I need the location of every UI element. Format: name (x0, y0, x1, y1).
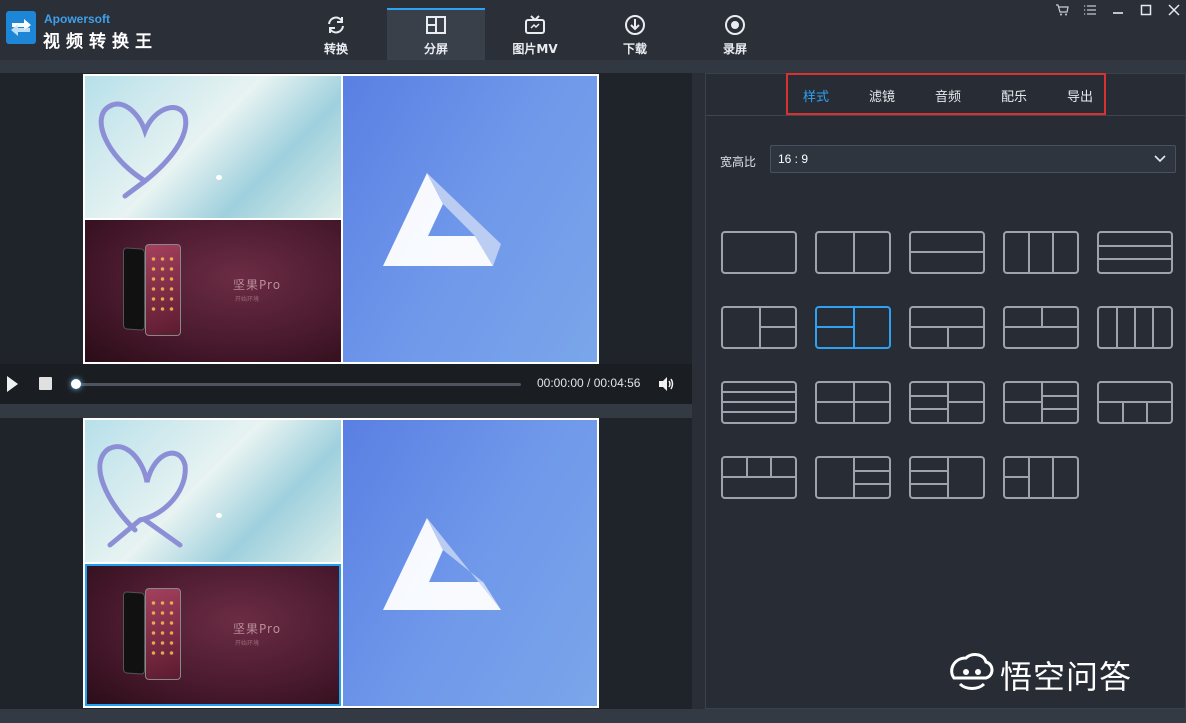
settings-panel: 样式 滤镜 音频 配乐 导出 宽高比 16 : 9 (705, 73, 1186, 709)
layout-option-3[interactable] (909, 231, 985, 274)
heart-drawing (97, 444, 188, 548)
app-window: Apowersoft 视频转换王 转换 分屏 图片MV 下载 录屏 坚果Pro … (0, 0, 1186, 723)
layout-option-1[interactable] (721, 231, 797, 274)
layout-option-12[interactable] (815, 381, 891, 424)
phone-image (123, 247, 145, 331)
cart-icon[interactable] (1051, 4, 1073, 20)
promo-subtitle: 开始环境 (235, 296, 260, 303)
status-strip (0, 709, 1186, 723)
layout-option-19[interactable] (1003, 456, 1079, 499)
seek-bar[interactable] (75, 383, 521, 386)
refresh-icon (328, 16, 344, 34)
watermark: 悟空问答 (944, 648, 1176, 696)
preview-frame: 坚果Pro 开始环境 (83, 74, 599, 364)
nav-tab-split-screen[interactable]: 分屏 (387, 8, 485, 60)
nav-tab-label: 转换 (323, 42, 348, 56)
play-button[interactable] (7, 376, 18, 392)
layout-option-9[interactable] (1003, 306, 1079, 349)
editor-frame: 坚果Pro 开始环境 (83, 418, 599, 708)
layout-option-5[interactable] (1097, 231, 1173, 274)
triangle-logo-icon (383, 518, 501, 610)
layout-option-7[interactable] (815, 306, 891, 349)
layout-option-15[interactable] (1097, 381, 1173, 424)
editor-cell-watercolor[interactable] (85, 420, 341, 562)
watermark-text: 悟空问答 (1000, 658, 1133, 696)
decorative-dot (216, 513, 222, 518)
editor-cell-phone-promo[interactable]: 坚果Pro 开始环境 (85, 564, 341, 706)
nav-tab-photo-mv[interactable]: 图片MV (486, 8, 584, 60)
decorative-dot (216, 175, 222, 180)
editor-cell-logo[interactable] (343, 420, 597, 706)
menu-icon[interactable] (1079, 4, 1101, 20)
seek-handle[interactable] (71, 379, 81, 389)
split-cell-logo[interactable] (343, 76, 597, 362)
maximize-icon[interactable] (1135, 4, 1157, 20)
top-bar: Apowersoft 视频转换王 转换 分屏 图片MV 下载 录屏 (0, 0, 1186, 60)
app-logo-icon (6, 11, 36, 44)
tab-style[interactable]: 样式 (803, 86, 829, 105)
layout-option-16[interactable] (721, 456, 797, 499)
nav-tab-label: 下载 (622, 42, 647, 56)
chevron-down-icon (1154, 155, 1166, 163)
layout-option-10[interactable] (1097, 306, 1173, 349)
wukong-logo-icon (950, 653, 994, 690)
player-controls: 00:00:00 / 00:04:56 (0, 364, 692, 404)
nav-tab-label: 录屏 (722, 42, 747, 56)
nav-tab-label: 分屏 (423, 42, 448, 56)
record-icon (725, 15, 745, 35)
stop-button[interactable] (39, 377, 52, 390)
panel-divider (0, 404, 692, 418)
promo-title: 坚果Pro (233, 278, 282, 292)
layout-option-14[interactable] (1003, 381, 1079, 424)
brand-name-cn: 视频转换王 (43, 32, 158, 52)
heart-drawing (98, 101, 189, 199)
triangle-logo-icon (383, 173, 501, 266)
aspect-ratio-label: 宽高比 (720, 155, 757, 169)
layout-option-4[interactable] (1003, 231, 1079, 274)
nav-tab-download[interactable]: 下载 (586, 8, 684, 60)
layout-option-6[interactable] (721, 306, 797, 349)
aspect-ratio-value: 16 : 9 (778, 152, 809, 166)
app-icons-image (149, 254, 177, 314)
app-icons-image (149, 598, 177, 658)
panel-tabs: 样式 滤镜 音频 配乐 导出 (706, 73, 1185, 116)
close-icon[interactable] (1163, 4, 1185, 20)
split-cell-phone-promo[interactable]: 坚果Pro 开始环境 (85, 220, 341, 362)
time-display: 00:00:00 / 00:04:56 (537, 376, 641, 390)
tab-audio[interactable]: 音频 (935, 86, 961, 105)
layout-option-11[interactable] (721, 381, 797, 424)
phone-image (123, 591, 145, 675)
tab-filter[interactable]: 滤镜 (869, 86, 895, 105)
header-divider (0, 60, 1186, 73)
tab-music[interactable]: 配乐 (1001, 86, 1027, 105)
promo-subtitle: 开始环境 (235, 640, 260, 647)
nav-tab-label: 图片MV (512, 42, 558, 56)
layout-option-2[interactable] (815, 231, 891, 274)
aspect-ratio-select[interactable]: 16 : 9 (770, 145, 1176, 173)
tv-icon (525, 15, 545, 34)
layout-option-8[interactable] (909, 306, 985, 349)
split-cell-watercolor[interactable] (85, 76, 341, 218)
tab-export[interactable]: 导出 (1067, 86, 1093, 105)
layout-option-18[interactable] (909, 456, 985, 499)
nav-tab-convert[interactable]: 转换 (287, 8, 385, 60)
brand-name-en: Apowersoft (44, 12, 110, 26)
layout-option-17[interactable] (815, 456, 891, 499)
download-icon (625, 15, 645, 35)
layout-option-13[interactable] (909, 381, 985, 424)
split-screen-icon (426, 16, 446, 34)
nav-tab-record[interactable]: 录屏 (686, 8, 784, 60)
promo-title: 坚果Pro (233, 622, 282, 636)
minimize-icon[interactable] (1107, 4, 1129, 20)
volume-icon[interactable] (657, 375, 675, 393)
